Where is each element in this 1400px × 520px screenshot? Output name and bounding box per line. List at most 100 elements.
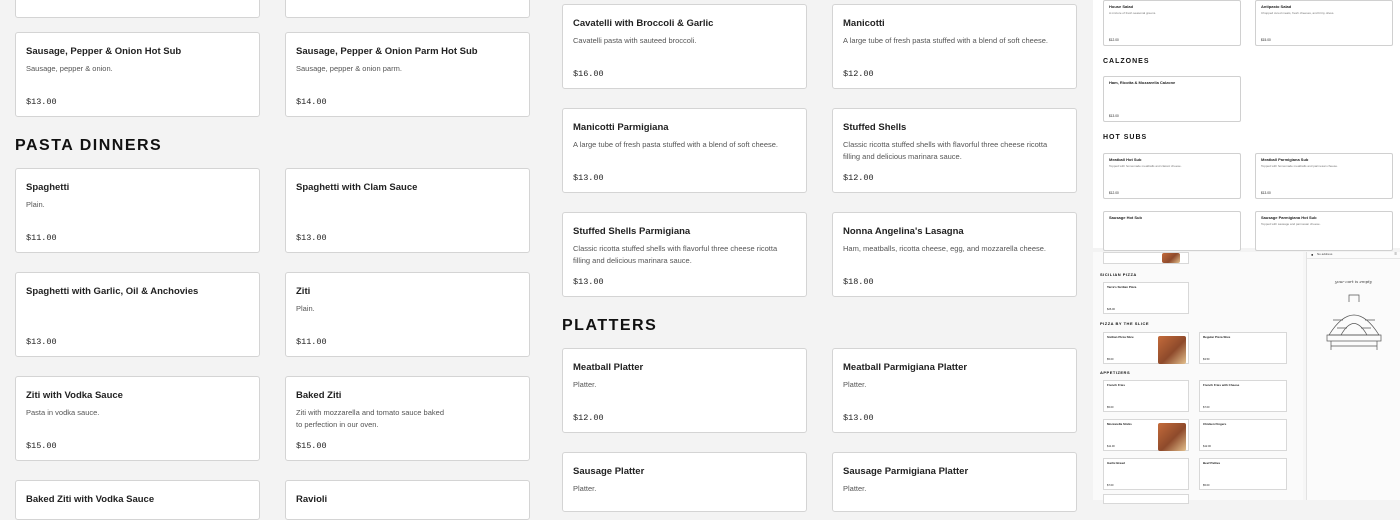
tiny-price: $7.00 — [1203, 406, 1210, 409]
mini-card[interactable]: Sausage Parmigiana Hot Sub Topped with s… — [1255, 211, 1393, 251]
cart-topbar: ● No address ☰ — [1307, 252, 1400, 259]
menu-item-desc: Platter. — [843, 484, 867, 493]
tiny-card[interactable] — [1103, 252, 1189, 264]
menu-item-card[interactable]: Spaghetti with Clam Sauce $13.00 — [285, 168, 530, 253]
menu-icon[interactable]: ☰ — [1394, 252, 1397, 256]
tiny-price: $5.00 — [1107, 358, 1114, 361]
mini-desc: Topped with homemade meatballs and parme… — [1261, 164, 1338, 168]
tiny-price: $5.00 — [1107, 406, 1114, 409]
tiny-name: Chicken Fingers — [1203, 422, 1227, 426]
cart-panel: ● No address ☰ your cart is empty — [1306, 252, 1400, 500]
menu-item-price: $13.00 — [573, 173, 604, 183]
tiny-card[interactable]: Chicken Fingers $12.00 — [1199, 419, 1287, 451]
tiny-name: French Fries with Cheese — [1203, 383, 1240, 387]
menu-item-card[interactable]: Sausage Platter Platter. — [562, 452, 807, 512]
menu-item-desc: Ham, meatballs, ricotta cheese, egg, and… — [843, 244, 1047, 253]
mini-desc: Topped with homemade meatballs and class… — [1109, 164, 1182, 168]
mini-card[interactable]: House Salad A mixture of fresh seasonal … — [1103, 0, 1241, 46]
menu-item-card[interactable]: Manicotti A large tube of fresh pasta st… — [832, 4, 1077, 89]
menu-item-name: Stuffed Shells — [843, 122, 907, 133]
menu-item-card[interactable]: Ziti Plain. $11.00 — [285, 272, 530, 357]
tiny-card[interactable]: French Fries with Cheese $7.00 — [1199, 380, 1287, 412]
pizza-oven-illustration — [1326, 294, 1382, 350]
mini-card[interactable]: Antipasto Salad Chopped cured meats, fre… — [1255, 0, 1393, 46]
tiny-price: $26.00 — [1107, 308, 1115, 311]
menu-item-card[interactable]: Sausage, Pepper & Onion Hot Sub Sausage,… — [15, 32, 260, 117]
menu-item-card[interactable]: Baked Ziti Ziti with mozzarella and toma… — [285, 376, 530, 461]
mini-price: $12.00 — [1109, 38, 1119, 42]
menu-item-price: $18.00 — [843, 277, 874, 287]
menu-item-card[interactable] — [285, 0, 530, 18]
food-thumbnail — [1162, 253, 1180, 263]
menu-item-desc: Plain. — [296, 304, 315, 313]
menu-item-price: $13.00 — [843, 413, 874, 423]
menu-item-name: Manicotti — [843, 18, 885, 29]
menu-item-price: $15.00 — [296, 441, 327, 451]
mini-card[interactable]: Meatball Parmigiana Sub Topped with home… — [1255, 153, 1393, 199]
mini-price: $12.00 — [1109, 191, 1119, 195]
preview-top: House Salad A mixture of fresh seasonal … — [1093, 0, 1400, 251]
menu-item-name: Baked Ziti — [296, 390, 342, 401]
menu-item-name: Stuffed Shells Parmigiana — [573, 226, 691, 237]
mini-card[interactable]: Meatball Hot Sub Topped with homemade me… — [1103, 153, 1241, 199]
menu-item-name: Spaghetti with Garlic, Oil & Anchovies — [26, 286, 199, 297]
section-header-platters: PLATTERS — [562, 317, 658, 334]
menu-item-desc: Ziti with mozzarella and tomato sauce ba… — [296, 408, 444, 429]
mini-name: Sausage Parmigiana Hot Sub — [1261, 215, 1317, 220]
menu-item-price: $13.00 — [26, 337, 57, 347]
menu-item-name: Sausage, Pepper & Onion Hot Sub — [26, 46, 182, 57]
menu-item-card[interactable]: Nonna Angelina's Lasagna Ham, meatballs,… — [832, 212, 1077, 297]
menu-item-card[interactable]: Ziti with Vodka Sauce Pasta in vodka sau… — [15, 376, 260, 461]
menu-item-price: $14.00 — [296, 97, 327, 107]
menu-item-desc: Classic ricotta stuffed shells with flav… — [573, 244, 778, 265]
menu-item-desc: Sausage, pepper & onion parm. — [296, 64, 402, 73]
mini-name: Meatball Hot Sub — [1109, 157, 1142, 162]
delivery-address[interactable]: No address — [1317, 252, 1332, 256]
tiny-card[interactable]: Sicilian Pizza Slice $5.00 — [1103, 332, 1189, 364]
menu-item-desc: Platter. — [573, 380, 597, 389]
menu-item-desc: Classic ricotta stuffed shells with flav… — [843, 140, 1048, 161]
tiny-card[interactable]: Beef Patties $5.00 — [1199, 458, 1287, 490]
mini-header: HOT SUBS — [1103, 134, 1148, 141]
mini-card[interactable]: Ham, Ricotta & Mozzarella Calzone $13.00 — [1103, 76, 1241, 122]
menu-item-card[interactable]: Stuffed Shells Classic ricotta stuffed s… — [832, 108, 1077, 193]
menu-item-card[interactable] — [15, 0, 260, 18]
mini-price: $13.00 — [1261, 191, 1271, 195]
menu-item-card[interactable]: Stuffed Shells Parmigiana Classic ricott… — [562, 212, 807, 297]
preview-menu-area: SICILIAN PIZZA Tarra's Sicilian Pizza $2… — [1093, 252, 1303, 504]
tiny-card[interactable]: Mozzarella Sticks $11.00 — [1103, 419, 1189, 451]
tiny-card[interactable]: Garlic Bread $7.00 — [1103, 458, 1189, 490]
tiny-price: $7.00 — [1107, 484, 1114, 487]
menu-item-price: $12.00 — [843, 173, 874, 183]
tiny-card[interactable] — [1103, 494, 1189, 504]
menu-item-card[interactable]: Meatball Parmigiana Platter Platter. $13… — [832, 348, 1077, 433]
tiny-card[interactable]: French Fries $5.00 — [1103, 380, 1189, 412]
menu-item-card[interactable]: Manicotti Parmigiana A large tube of fre… — [562, 108, 807, 193]
menu-item-name: Sausage Parmigiana Platter — [843, 466, 969, 477]
tiny-card[interactable]: Regular Pizza Slice $3.50 — [1199, 332, 1287, 364]
menu-item-card[interactable]: Meatball Platter Platter. $12.00 — [562, 348, 807, 433]
menu-item-card[interactable]: Baked Ziti with Vodka Sauce — [15, 480, 260, 520]
mini-card[interactable]: Sausage Hot Sub — [1103, 211, 1241, 251]
menu-item-card[interactable]: Sausage Parmigiana Platter Platter. — [832, 452, 1077, 512]
tiny-card[interactable]: Tarra's Sicilian Pizza $26.00 — [1103, 282, 1189, 314]
menu-item-price: $15.00 — [26, 441, 57, 451]
menu-item-card[interactable]: Spaghetti with Garlic, Oil & Anchovies $… — [15, 272, 260, 357]
tiny-name: French Fries — [1107, 383, 1126, 387]
menu-item-card[interactable]: Cavatelli with Broccoli & Garlic Cavatel… — [562, 4, 807, 89]
menu-item-card[interactable]: Ravioli — [285, 480, 530, 520]
tiny-name: Tarra's Sicilian Pizza — [1107, 285, 1137, 289]
location-pin-icon[interactable]: ● — [1311, 252, 1313, 257]
menu-item-desc: Platter. — [573, 484, 597, 493]
tiny-price: $12.00 — [1203, 445, 1211, 448]
mini-desc: Chopped cured meats, fresh cheeses, and … — [1261, 11, 1335, 15]
menu-item-card[interactable]: Spaghetti Plain. $11.00 — [15, 168, 260, 253]
menu-item-card[interactable]: Sausage, Pepper & Onion Parm Hot Sub Sau… — [285, 32, 530, 117]
menu-item-price: $11.00 — [26, 233, 57, 243]
menu-item-name: Sausage Platter — [573, 466, 645, 477]
menu-item-price: $12.00 — [573, 413, 604, 423]
menu-item-name: Ziti — [296, 286, 311, 297]
tiny-name: Garlic Bread — [1107, 461, 1125, 465]
tiny-name: Beef Patties — [1203, 461, 1221, 465]
menu-item-name: Manicotti Parmigiana — [573, 122, 669, 133]
